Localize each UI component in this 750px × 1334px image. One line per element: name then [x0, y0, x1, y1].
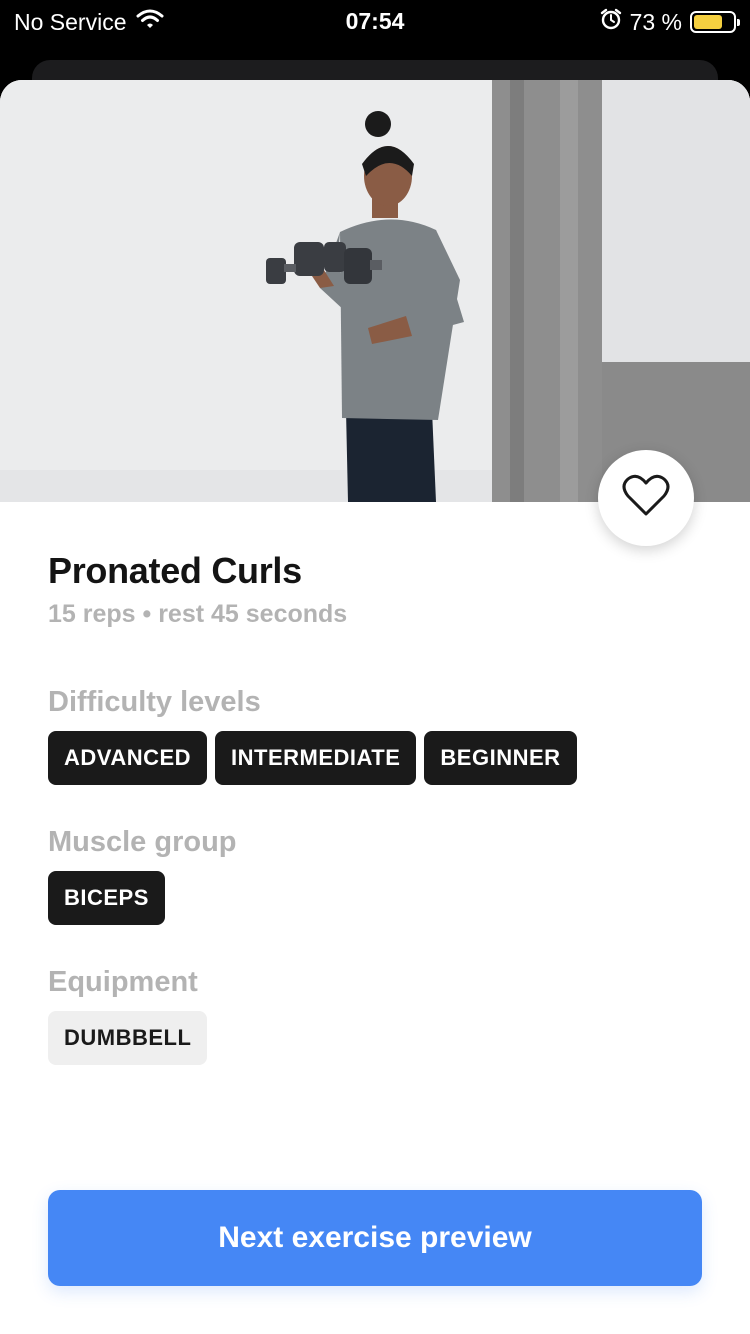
exercise-title: Pronated Curls	[48, 550, 302, 591]
chip-dumbbell[interactable]: DUMBBELL	[48, 1011, 208, 1065]
battery-icon	[690, 11, 740, 33]
difficulty-chips: ADVANCED INTERMEDIATE BEGINNER	[48, 731, 577, 785]
battery-percent: 73 %	[629, 8, 682, 35]
difficulty-label: Difficulty levels	[48, 686, 261, 718]
exercise-preview-sheet: Pronated Curls 15 reps • rest 45 seconds…	[0, 80, 750, 1334]
next-exercise-button[interactable]: Next exercise preview	[48, 1190, 702, 1286]
chip-biceps[interactable]: BICEPS	[48, 871, 165, 925]
exercise-illustration	[0, 80, 750, 502]
status-right: 73 %	[600, 8, 740, 36]
favorite-button[interactable]	[598, 450, 694, 546]
chip-intermediate[interactable]: INTERMEDIATE	[215, 731, 417, 785]
muscle-group-section: Muscle group BICEPS	[48, 826, 237, 925]
battery-fill	[694, 15, 722, 29]
exercise-video[interactable]	[0, 80, 750, 502]
difficulty-section: Difficulty levels ADVANCED INTERMEDIATE …	[48, 686, 577, 785]
equipment-chips: DUMBBELL	[48, 1011, 208, 1065]
muscle-group-chips: BICEPS	[48, 871, 237, 925]
equipment-label: Equipment	[48, 966, 198, 998]
equipment-section: Equipment DUMBBELL	[48, 966, 208, 1065]
exercise-subtitle: 15 reps • rest 45 seconds	[48, 600, 348, 628]
muscle-group-label: Muscle group	[48, 826, 237, 858]
chip-beginner[interactable]: BEGINNER	[424, 731, 577, 785]
status-bar: No Service 07:54 73 %	[0, 0, 750, 42]
chip-advanced[interactable]: ADVANCED	[48, 731, 208, 785]
heart-outline-icon	[622, 474, 670, 523]
alarm-icon	[600, 8, 622, 36]
exercise-header: Pronated Curls 15 reps • rest 45 seconds	[48, 550, 702, 629]
